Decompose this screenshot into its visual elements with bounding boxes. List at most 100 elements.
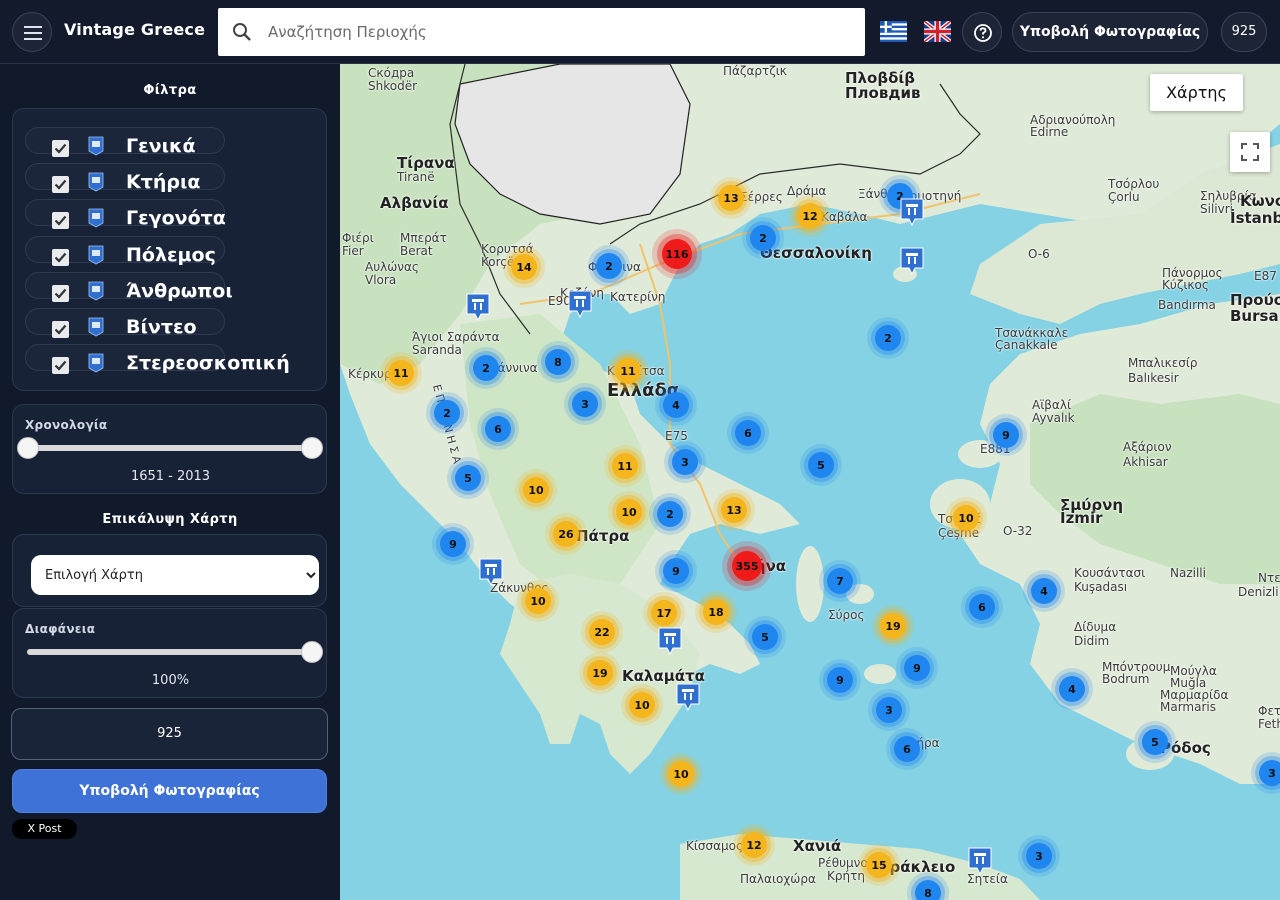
map-cluster[interactable]: 13 — [721, 497, 747, 523]
map-cluster[interactable]: 12 — [741, 832, 767, 858]
map-cluster[interactable]: 14 — [511, 254, 537, 280]
map-cluster[interactable]: 6 — [485, 416, 511, 442]
filter-row[interactable]: Άνθρωποι — [25, 272, 325, 309]
map-cluster[interactable]: 11 — [615, 358, 641, 384]
map-cluster[interactable]: 17 — [651, 600, 677, 626]
map-cluster[interactable]: 3 — [572, 391, 598, 417]
help-button[interactable] — [962, 12, 1002, 52]
camera-marker-icon — [88, 317, 104, 337]
overlay-map-select[interactable]: Επιλογή Χάρτη — [31, 555, 319, 595]
map-cluster[interactable]: 355 — [732, 551, 762, 581]
map-cluster[interactable]: 10 — [953, 505, 979, 531]
hamburger-icon[interactable] — [12, 12, 52, 52]
map-cluster[interactable]: 9 — [904, 655, 930, 681]
opacity-handle[interactable] — [301, 641, 323, 663]
map-cluster[interactable]: 18 — [703, 599, 729, 625]
map-cluster[interactable]: 4 — [1059, 676, 1085, 702]
photo-marker-icon[interactable] — [479, 558, 503, 587]
map-cluster[interactable]: 9 — [440, 531, 466, 557]
map-cluster[interactable]: 5 — [808, 452, 834, 478]
map-cluster[interactable]: 3 — [672, 449, 698, 475]
filter-row[interactable]: Γεγονότα — [25, 199, 325, 236]
photo-marker-icon[interactable] — [658, 627, 682, 656]
map-cluster[interactable]: 116 — [662, 239, 692, 269]
map-cluster[interactable]: 4 — [1031, 578, 1057, 604]
chronology-slider[interactable] — [17, 437, 323, 459]
map-cluster[interactable]: 3 — [876, 697, 902, 723]
filter-checkbox[interactable] — [52, 285, 69, 302]
search-input[interactable] — [268, 8, 858, 56]
chronology-end-handle[interactable] — [301, 437, 323, 459]
map-type-button[interactable]: Χάρτης — [1150, 74, 1243, 111]
map-cluster[interactable]: 10 — [629, 692, 655, 718]
submit-photo-button[interactable]: Υποβολή Φωτογραφίας — [1012, 12, 1208, 52]
photo-marker-icon[interactable] — [968, 847, 992, 876]
opacity-slider[interactable] — [27, 641, 323, 663]
map-cluster[interactable]: 6 — [735, 420, 761, 446]
map-cluster[interactable]: 3 — [1026, 843, 1052, 869]
map-cluster[interactable]: 10 — [525, 588, 551, 614]
map-cluster[interactable]: 8 — [545, 349, 571, 375]
filter-checkbox[interactable] — [52, 321, 69, 338]
map-cluster[interactable]: 2 — [750, 225, 776, 251]
map-cluster[interactable]: 3 — [1259, 760, 1280, 786]
photo-marker-icon[interactable] — [466, 293, 490, 322]
map-cluster[interactable]: 11 — [612, 453, 638, 479]
submit-photo-sidebar-button[interactable]: Υποβολή Φωτογραφίας — [12, 769, 327, 813]
map-cluster[interactable]: 19 — [587, 660, 613, 686]
filter-row[interactable]: Γενικά — [25, 127, 325, 164]
search-icon[interactable] — [232, 22, 252, 42]
map-label: Κύζικος — [1162, 278, 1209, 292]
map-cluster[interactable]: 6 — [894, 736, 920, 762]
chronology-start-handle[interactable] — [17, 437, 39, 459]
map-cluster[interactable]: 9 — [827, 667, 853, 693]
map-label: Bandırma — [1158, 298, 1216, 312]
map-cluster[interactable]: 10 — [523, 477, 549, 503]
column-marker-icon — [88, 136, 104, 156]
greek-flag-icon[interactable] — [880, 21, 907, 42]
map-cluster[interactable]: 2 — [473, 355, 499, 381]
map-cluster[interactable]: 13 — [718, 185, 744, 211]
map[interactable]: Χάρτης Скόдра Shkodër Τίρανα Tiranë Αλβανία Μ… — [340, 64, 1280, 900]
map-cluster[interactable]: 15 — [866, 852, 892, 878]
filter-checkbox[interactable] — [52, 176, 69, 193]
map-cluster[interactable]: 8 — [915, 880, 941, 900]
map-cluster[interactable]: 6 — [969, 594, 995, 620]
photo-marker-icon[interactable] — [676, 683, 700, 712]
map-cluster[interactable]: 2 — [875, 325, 901, 351]
filter-row[interactable]: Στερεοσκοπική — [25, 344, 325, 381]
map-cluster[interactable]: 5 — [752, 624, 778, 650]
photo-count-badge: 925 — [1221, 12, 1267, 52]
map-cluster[interactable]: 9 — [663, 558, 689, 584]
overlay-title: Επικάλυψη Χάρτη — [102, 512, 238, 527]
filter-checkbox[interactable] — [52, 140, 69, 157]
map-cluster[interactable]: 26 — [553, 521, 579, 547]
x-post-button[interactable]: X Post — [12, 819, 77, 839]
map-cluster[interactable]: 19 — [880, 613, 906, 639]
filter-row[interactable]: Πόλεμος — [25, 236, 325, 273]
map-cluster[interactable]: 11 — [388, 360, 414, 386]
photo-marker-icon[interactable] — [900, 198, 924, 227]
filter-checkbox[interactable] — [52, 357, 69, 374]
map-cluster[interactable]: 2 — [596, 253, 622, 279]
map-cluster[interactable]: 22 — [589, 619, 615, 645]
map-cluster[interactable]: 2 — [434, 400, 460, 426]
fullscreen-button[interactable] — [1230, 132, 1270, 172]
map-cluster[interactable]: 7 — [827, 568, 853, 594]
map-label: Denizli — [1238, 585, 1279, 599]
photo-marker-icon[interactable] — [900, 247, 924, 276]
photo-marker-icon[interactable] — [568, 290, 592, 319]
map-cluster[interactable]: 2 — [657, 501, 683, 527]
filter-checkbox[interactable] — [52, 249, 69, 266]
filter-row[interactable]: Βίντεο — [25, 308, 325, 345]
uk-flag-icon[interactable] — [924, 21, 951, 42]
map-cluster[interactable]: 9 — [993, 422, 1019, 448]
filter-row[interactable]: Κτήρια — [25, 163, 325, 200]
map-cluster[interactable]: 10 — [616, 499, 642, 525]
map-cluster[interactable]: 12 — [797, 203, 823, 229]
map-cluster[interactable]: 10 — [668, 761, 694, 787]
map-cluster[interactable]: 4 — [663, 392, 689, 418]
map-cluster[interactable]: 5 — [455, 465, 481, 491]
filter-checkbox[interactable] — [52, 212, 69, 229]
map-cluster[interactable]: 5 — [1142, 729, 1168, 755]
